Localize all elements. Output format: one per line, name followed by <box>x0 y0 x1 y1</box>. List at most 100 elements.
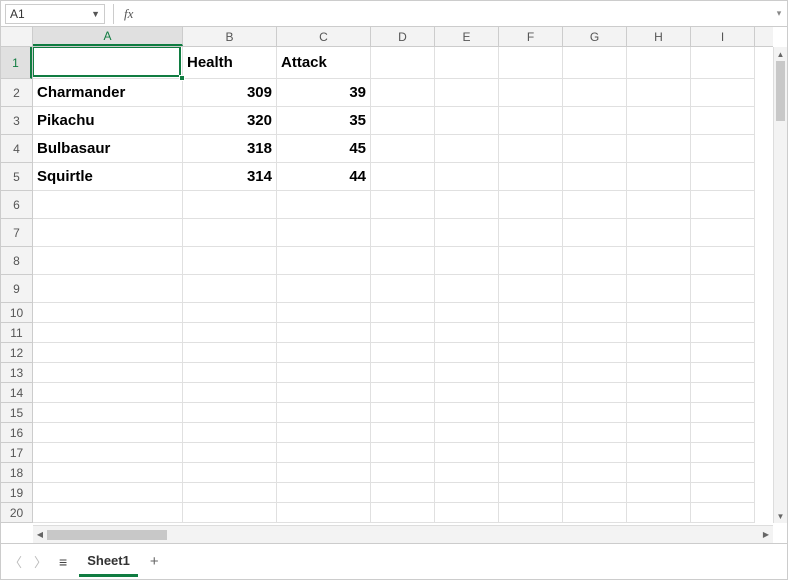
row-header-17[interactable]: 17 <box>1 443 32 463</box>
cell-D4[interactable] <box>371 135 435 163</box>
cell-E11[interactable] <box>435 323 499 343</box>
row-header-15[interactable]: 15 <box>1 403 32 423</box>
cell-D6[interactable] <box>371 191 435 219</box>
row-header-8[interactable]: 8 <box>1 247 32 275</box>
select-all-corner[interactable] <box>1 27 33 47</box>
row-header-11[interactable]: 11 <box>1 323 32 343</box>
cell-C19[interactable] <box>277 483 371 503</box>
row-header-13[interactable]: 13 <box>1 363 32 383</box>
fill-handle[interactable] <box>179 75 185 81</box>
vertical-scroll-thumb[interactable] <box>776 61 785 121</box>
row-header-1[interactable]: 1 <box>1 47 32 79</box>
cell-B7[interactable] <box>183 219 277 247</box>
cell-A16[interactable] <box>33 423 183 443</box>
cell-F18[interactable] <box>499 463 563 483</box>
cell-C15[interactable] <box>277 403 371 423</box>
cell-G15[interactable] <box>563 403 627 423</box>
cell-B1[interactable]: Health <box>183 47 277 79</box>
cell-C4[interactable]: 45 <box>277 135 371 163</box>
cell-A15[interactable] <box>33 403 183 423</box>
cell-A9[interactable] <box>33 275 183 303</box>
cell-A4[interactable]: Bulbasaur <box>33 135 183 163</box>
cell-E7[interactable] <box>435 219 499 247</box>
cell-C11[interactable] <box>277 323 371 343</box>
formula-input[interactable] <box>139 4 771 24</box>
cell-E14[interactable] <box>435 383 499 403</box>
row-header-2[interactable]: 2 <box>1 79 32 107</box>
cell-F4[interactable] <box>499 135 563 163</box>
cell-H14[interactable] <box>627 383 691 403</box>
cell-E17[interactable] <box>435 443 499 463</box>
cell-I11[interactable] <box>691 323 755 343</box>
cell-G17[interactable] <box>563 443 627 463</box>
cell-E9[interactable] <box>435 275 499 303</box>
name-box[interactable]: A1 ▼ <box>5 4 105 24</box>
cell-G1[interactable] <box>563 47 627 79</box>
row-header-7[interactable]: 7 <box>1 219 32 247</box>
cell-H2[interactable] <box>627 79 691 107</box>
row-header-20[interactable]: 20 <box>1 503 32 523</box>
cell-A12[interactable] <box>33 343 183 363</box>
all-sheets-icon[interactable]: ≡ <box>59 554 67 570</box>
cell-I10[interactable] <box>691 303 755 323</box>
cell-H10[interactable] <box>627 303 691 323</box>
column-header-H[interactable]: H <box>627 27 691 46</box>
horizontal-scrollbar[interactable]: ◀ ▶ <box>33 525 773 543</box>
cell-F3[interactable] <box>499 107 563 135</box>
cell-H4[interactable] <box>627 135 691 163</box>
cell-C1[interactable]: Attack <box>277 47 371 79</box>
row-header-18[interactable]: 18 <box>1 463 32 483</box>
cell-H3[interactable] <box>627 107 691 135</box>
cell-G14[interactable] <box>563 383 627 403</box>
cell-I9[interactable] <box>691 275 755 303</box>
cell-I15[interactable] <box>691 403 755 423</box>
cell-E16[interactable] <box>435 423 499 443</box>
cell-I20[interactable] <box>691 503 755 523</box>
column-header-D[interactable]: D <box>371 27 435 46</box>
cell-A14[interactable] <box>33 383 183 403</box>
cell-H19[interactable] <box>627 483 691 503</box>
row-header-9[interactable]: 9 <box>1 275 32 303</box>
cell-D9[interactable] <box>371 275 435 303</box>
cell-F13[interactable] <box>499 363 563 383</box>
cell-D8[interactable] <box>371 247 435 275</box>
cell-B15[interactable] <box>183 403 277 423</box>
cell-C18[interactable] <box>277 463 371 483</box>
cell-E10[interactable] <box>435 303 499 323</box>
cell-G8[interactable] <box>563 247 627 275</box>
cell-C14[interactable] <box>277 383 371 403</box>
cell-D3[interactable] <box>371 107 435 135</box>
cell-C6[interactable] <box>277 191 371 219</box>
row-header-3[interactable]: 3 <box>1 107 32 135</box>
cell-H12[interactable] <box>627 343 691 363</box>
cell-B12[interactable] <box>183 343 277 363</box>
cell-C10[interactable] <box>277 303 371 323</box>
cell-F7[interactable] <box>499 219 563 247</box>
cell-A6[interactable] <box>33 191 183 219</box>
cell-C17[interactable] <box>277 443 371 463</box>
row-header-4[interactable]: 4 <box>1 135 32 163</box>
cell-C8[interactable] <box>277 247 371 275</box>
expand-formula-icon[interactable]: ▾ <box>771 8 787 19</box>
cell-B18[interactable] <box>183 463 277 483</box>
cell-F14[interactable] <box>499 383 563 403</box>
cell-G19[interactable] <box>563 483 627 503</box>
cell-F16[interactable] <box>499 423 563 443</box>
cell-A19[interactable] <box>33 483 183 503</box>
horizontal-scroll-thumb[interactable] <box>47 530 167 540</box>
cell-B2[interactable]: 309 <box>183 79 277 107</box>
cell-H16[interactable] <box>627 423 691 443</box>
cell-E15[interactable] <box>435 403 499 423</box>
cell-F5[interactable] <box>499 163 563 191</box>
cell-E4[interactable] <box>435 135 499 163</box>
cell-B3[interactable]: 320 <box>183 107 277 135</box>
cell-I14[interactable] <box>691 383 755 403</box>
cell-I5[interactable] <box>691 163 755 191</box>
cell-D5[interactable] <box>371 163 435 191</box>
cell-D16[interactable] <box>371 423 435 443</box>
column-header-B[interactable]: B <box>183 27 277 46</box>
cell-F9[interactable] <box>499 275 563 303</box>
cell-I18[interactable] <box>691 463 755 483</box>
cell-A11[interactable] <box>33 323 183 343</box>
cell-G9[interactable] <box>563 275 627 303</box>
